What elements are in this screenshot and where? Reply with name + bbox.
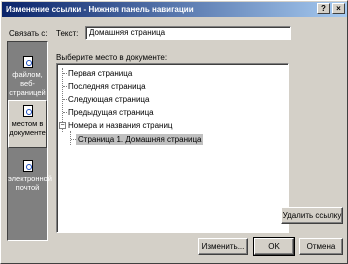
place-tree: Первая страница Последняя страница Следу… [56,63,289,233]
email-icon [22,160,33,172]
link-to-bar: файлом, веб-страницей местом в документе… [7,41,52,241]
link-to-web-page-label: файлом, веб-страницей [9,70,46,97]
tree-item-page-titles[interactable]: Номера и названия страниц [66,120,175,131]
help-button[interactable]: ? [317,3,330,14]
close-button[interactable]: × [332,3,345,14]
place-in-document-icon [22,105,33,117]
ok-button[interactable]: OK [253,237,295,256]
link-to-place-label: местом в документе [9,119,46,137]
link-to-email[interactable]: электронной почтой [8,160,52,192]
collapse-icon[interactable]: − [59,122,66,129]
text-label: Текст: [56,29,79,38]
place-list-label: Выберите место в документе: [56,53,168,62]
tree-item-previous-page[interactable]: Предыдущая страница [66,107,156,118]
edit-hyperlink-dialog: Изменение ссылки - Нижняя панель навигац… [0,0,348,264]
dialog-title: Изменение ссылки - Нижняя панель навигац… [6,5,194,14]
link-to-email-label: электронной почтой [8,174,52,192]
tree-item-last-page[interactable]: Последняя страница [66,81,148,92]
remove-link-button[interactable]: Удалить ссылку [281,207,343,224]
title-bar: Изменение ссылки - Нижняя панель навигац… [2,2,347,17]
link-to-place-in-document[interactable]: местом в документе [8,100,47,148]
tree-item-first-page[interactable]: Первая страница [66,68,134,79]
link-to-label: Связать с: [9,29,48,38]
cancel-button[interactable]: Отмена [299,238,343,255]
tree-line [70,131,71,145]
link-to-web-page[interactable]: файлом, веб-страницей [8,56,47,97]
text-input[interactable]: Домашняя страница [85,26,291,40]
tree-item-home-page[interactable]: Страница 1. Домашняя страница [76,134,204,145]
web-page-icon [22,56,33,68]
change-button[interactable]: Изменить... [198,238,248,255]
tree-item-next-page[interactable]: Следующая страница [66,94,151,105]
